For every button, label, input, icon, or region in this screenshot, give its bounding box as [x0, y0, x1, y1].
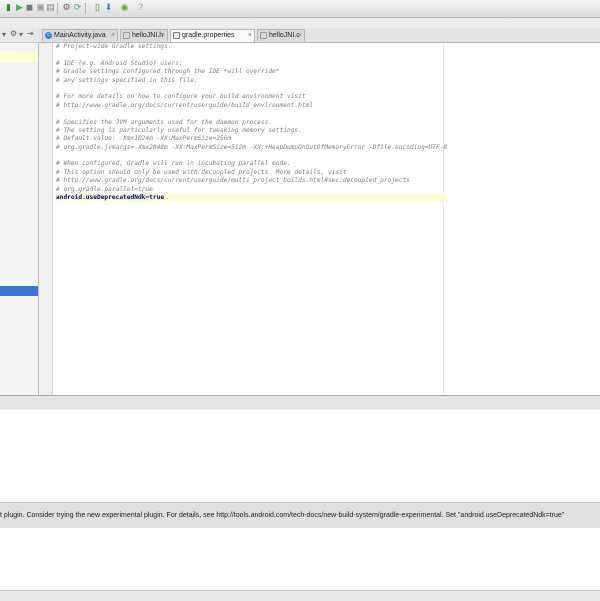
help-icon[interactable]: ?: [136, 3, 145, 12]
properties-file-icon: [173, 32, 180, 39]
property-key: android.useDeprecatedNdk: [56, 194, 146, 202]
code-line: # This option should only be used with d…: [56, 168, 347, 176]
editor-tab-bar: c MainActivity.java × helloJNI.h × gradl…: [38, 28, 600, 43]
code-line: # org.gradle.jvmargs=-Xmx2048m -XX:MaxPe…: [56, 143, 448, 151]
code-line: # When configured, Gradle will run in in…: [56, 160, 291, 168]
stop-icon[interactable]: ▣: [36, 3, 45, 12]
android-monitor-icon[interactable]: ◉: [120, 3, 129, 12]
main-toolbar: ▮ ▶ ◼ ▣ ▤ ⚙ ⟳ ▯ ⬇ ◉ ?: [0, 0, 600, 18]
attach-debugger-icon[interactable]: ▤: [46, 3, 55, 12]
code-line: # Gradle settings configured through the…: [56, 68, 280, 76]
close-tab-icon[interactable]: ×: [298, 30, 302, 41]
toolbar-separator: [85, 3, 86, 14]
avd-manager-icon[interactable]: ▯: [93, 3, 102, 12]
hide-panel-icon[interactable]: ⇥: [27, 29, 34, 38]
code-editor[interactable]: # Project-wide Gradle settings. # IDE (e…: [53, 43, 600, 395]
editor-gutter[interactable]: [39, 43, 53, 395]
tab-label: MainActivity.java: [54, 32, 106, 39]
header-file-icon: [123, 32, 130, 39]
code-content[interactable]: # Project-wide Gradle settings. # IDE (e…: [56, 43, 448, 203]
code-line: # Project-wide Gradle settings.: [56, 43, 172, 50]
tool-window-panel[interactable]: [0, 410, 600, 502]
close-tab-icon[interactable]: ×: [161, 30, 165, 41]
close-tab-icon[interactable]: ×: [248, 30, 252, 42]
close-tab-icon[interactable]: ×: [111, 30, 115, 41]
tool-window-header[interactable]: [0, 395, 600, 411]
tab-hellojni-h[interactable]: helloJNI.h ×: [120, 29, 168, 41]
tab-label: helloJNI.c: [269, 32, 300, 39]
toolbar-separator: [57, 3, 58, 14]
sync-gradle-icon[interactable]: ⟳: [73, 3, 82, 12]
code-line: # For more details on how to configure y…: [56, 93, 306, 101]
tab-gradle-properties[interactable]: gradle.properties ×: [170, 29, 255, 42]
property-value: true: [149, 194, 165, 202]
chevron-down-icon[interactable]: ▾: [19, 30, 23, 39]
project-panel-header: ▾ ⚙ ▾ ⇥: [0, 28, 38, 43]
tree-selected-row[interactable]: [0, 286, 38, 296]
code-line: # Specifies the JVM arguments used for t…: [56, 118, 273, 126]
gradle-message-text: t plugin. Consider trying the new experi…: [0, 512, 565, 519]
code-line: # http://www.gradle.org/docs/current/use…: [56, 101, 314, 109]
save-all-icon[interactable]: ▮: [4, 3, 13, 12]
project-structure-icon[interactable]: ⚙: [62, 3, 71, 12]
settings-icon[interactable]: ⚙: [10, 29, 17, 38]
messages-panel[interactable]: [0, 528, 600, 590]
code-line-current: android.useDeprecatedNdk=true: [56, 194, 448, 203]
project-tree-panel[interactable]: [0, 43, 39, 395]
tab-hellojni-c[interactable]: helloJNI.c ×: [257, 29, 305, 41]
tree-highlight-row[interactable]: [0, 52, 38, 62]
debug-icon[interactable]: ◼: [25, 3, 34, 12]
c-file-icon: [260, 32, 267, 39]
java-class-icon: c: [45, 32, 52, 39]
tab-mainactivity-java[interactable]: c MainActivity.java ×: [42, 29, 118, 41]
tab-label: gradle.properties: [182, 32, 235, 39]
code-line: # http://www.gradle.org/docs/current/use…: [56, 177, 410, 185]
project-view-dropdown-icon[interactable]: ▾: [2, 30, 6, 39]
code-line: # Default value: -Xmx1024m -XX:MaxPermSi…: [56, 135, 232, 143]
code-line: # org.gradle.parallel=true: [56, 185, 153, 193]
status-bar: [0, 590, 600, 601]
code-line: # IDE (e.g. Android Studio) users:: [56, 59, 183, 67]
code-line: # any settings specified in this file.: [56, 76, 198, 84]
tab-label: helloJNI.h: [132, 32, 164, 39]
run-icon[interactable]: ▶: [15, 3, 24, 12]
gradle-message-bar: t plugin. Consider trying the new experi…: [0, 502, 600, 528]
sdk-manager-icon[interactable]: ⬇: [104, 3, 113, 12]
